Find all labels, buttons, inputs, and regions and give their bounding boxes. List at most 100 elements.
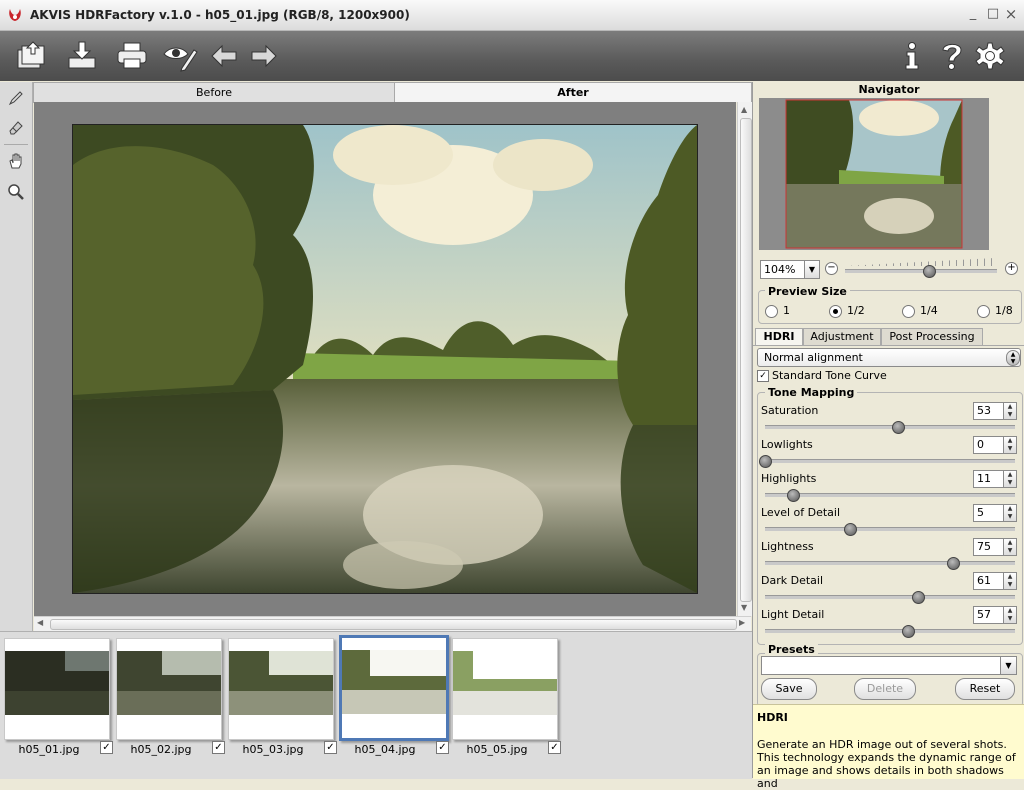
thumbnail-checkbox[interactable]: ✓ [100,741,113,754]
param-slider-handle[interactable] [844,523,857,536]
help-button[interactable] [934,39,970,73]
scroll-right-icon[interactable]: ▶ [739,618,745,627]
param-value-field[interactable]: 57 [973,606,1006,624]
alignment-select[interactable]: Normal alignment ▲ ▼ [757,348,1021,367]
vertical-scrollbar[interactable]: ▲ ▼ [737,102,752,616]
scroll-down-icon[interactable]: ▼ [741,603,747,612]
brush-tool[interactable] [4,85,28,111]
thumbnail-3[interactable] [228,638,334,740]
tab-hdri[interactable]: HDRI [755,328,803,346]
param-slider-handle[interactable] [946,557,960,570]
help-panel: HDRI Generate an HDR image out of severa… [753,704,1024,790]
param-slider-handle[interactable] [891,421,905,434]
eraser-tool[interactable] [4,114,28,140]
param-value-field[interactable]: 5 [973,504,1006,522]
standard-tone-curve-checkbox[interactable]: ✓ Standard Tone Curve [757,369,907,383]
spinner-arrows-icon[interactable]: ▲ ▼ [1003,504,1017,522]
preview-size-1-8[interactable]: 1/8 [977,304,1017,318]
spinner-arrows-icon[interactable]: ▲ ▼ [1003,436,1017,454]
standard-tone-curve-label: Standard Tone Curve [772,369,887,382]
tab-adjustment[interactable]: Adjustment [803,328,881,345]
delete-preset-button[interactable]: Delete [854,678,916,700]
zoom-in-icon[interactable]: + [1005,262,1018,275]
tab-after[interactable]: After [394,82,752,102]
thumbnail-label: h05_02.jpg [130,743,192,756]
spinner-arrows-icon[interactable]: ▲ ▼ [1003,606,1017,624]
scroll-up-icon[interactable]: ▲ [741,105,747,114]
maximize-button[interactable]: □ [986,7,1000,21]
thumbnail-1[interactable] [4,638,110,740]
close-button[interactable]: × [1004,7,1018,22]
presets-select[interactable]: ▼ [761,656,1017,675]
zoom-ticks [845,258,995,266]
param-slider-handle[interactable] [759,455,772,468]
param-slider[interactable] [765,591,1015,604]
vertical-scroll-thumb[interactable] [740,118,752,602]
save-preset-button[interactable]: Save [761,678,817,700]
thumbnail-checkbox[interactable]: ✓ [324,741,337,754]
spinner-arrows-icon[interactable]: ▲ ▼ [1003,572,1017,590]
hdr-result-image [72,124,698,594]
spinner-arrows-icon[interactable]: ▲ ▼ [1003,470,1017,488]
batch-edit-button[interactable] [162,39,198,73]
print-button[interactable] [114,39,150,73]
param-value-field[interactable]: 53 [973,402,1006,420]
param-slider-handle[interactable] [786,489,800,502]
radio-icon [829,305,842,318]
param-value-field[interactable]: 75 [973,538,1006,556]
thumbnail-2[interactable] [116,638,222,740]
param-value-field[interactable]: 0 [973,436,1006,454]
tab-post-processing[interactable]: Post Processing [881,328,983,345]
preview-size-1[interactable]: 1 [765,304,805,318]
help-icon [942,43,962,70]
main-toolbar [0,31,1024,81]
thumbnail-5[interactable] [452,638,558,740]
minimize-button[interactable]: _ [966,7,980,21]
thumbnail-checkbox[interactable]: ✓ [436,741,449,754]
settings-button[interactable] [972,39,1008,73]
open-button[interactable] [14,39,50,73]
navigator-preview[interactable] [759,98,989,250]
param-slider-handle[interactable] [901,625,915,638]
param-slider[interactable] [765,523,1015,536]
spinner-arrows-icon[interactable]: ▲ ▼ [1003,402,1017,420]
redo-button[interactable] [246,39,282,73]
thumbnail-label: h05_04.jpg [354,743,416,756]
preview-size-1-4[interactable]: 1/4 [902,304,942,318]
zoom-slider-handle[interactable] [922,265,936,278]
param-slider[interactable] [759,455,1015,468]
param-slider[interactable] [765,421,1015,434]
preview-size-1-2[interactable]: 1/2 [829,304,869,318]
horizontal-scroll-thumb[interactable] [50,619,737,630]
spinner-arrows-icon[interactable]: ▲ ▼ [1003,538,1017,556]
zoom-slider[interactable] [845,265,997,278]
zoom-tool[interactable] [4,179,28,205]
zoom-out-icon[interactable]: − [825,262,838,275]
redo-icon [251,44,277,68]
param-value-field[interactable]: 61 [973,572,1006,590]
param-slider[interactable] [765,489,1015,502]
image-canvas[interactable] [34,102,736,616]
undo-button[interactable] [206,39,242,73]
hand-tool[interactable] [4,148,28,174]
zoom-dropdown-icon[interactable]: ▼ [804,260,820,279]
thumbnail-checkbox[interactable]: ✓ [548,741,561,754]
scroll-left-icon[interactable]: ◀ [37,618,43,627]
reset-button[interactable]: Reset [955,678,1015,700]
param-slider[interactable] [765,557,1015,570]
save-button[interactable] [64,39,100,73]
thumbnail-image [5,639,109,739]
thumbnail-checkbox[interactable]: ✓ [212,741,225,754]
info-button[interactable] [894,39,930,73]
param-slider-handle[interactable] [911,591,925,604]
thumbnail-label: h05_03.jpg [242,743,304,756]
tab-before[interactable]: Before [33,82,395,103]
param-value-field[interactable]: 11 [973,470,1006,488]
thumbnail-image [117,639,221,739]
thumbnail-4[interactable] [339,635,449,741]
param-slider[interactable] [765,625,1015,638]
horizontal-scrollbar[interactable]: ◀ ▶ [34,616,751,631]
thumbnail-image [229,639,333,739]
param-label: Lightness [761,540,814,553]
radio-icon [765,305,778,318]
